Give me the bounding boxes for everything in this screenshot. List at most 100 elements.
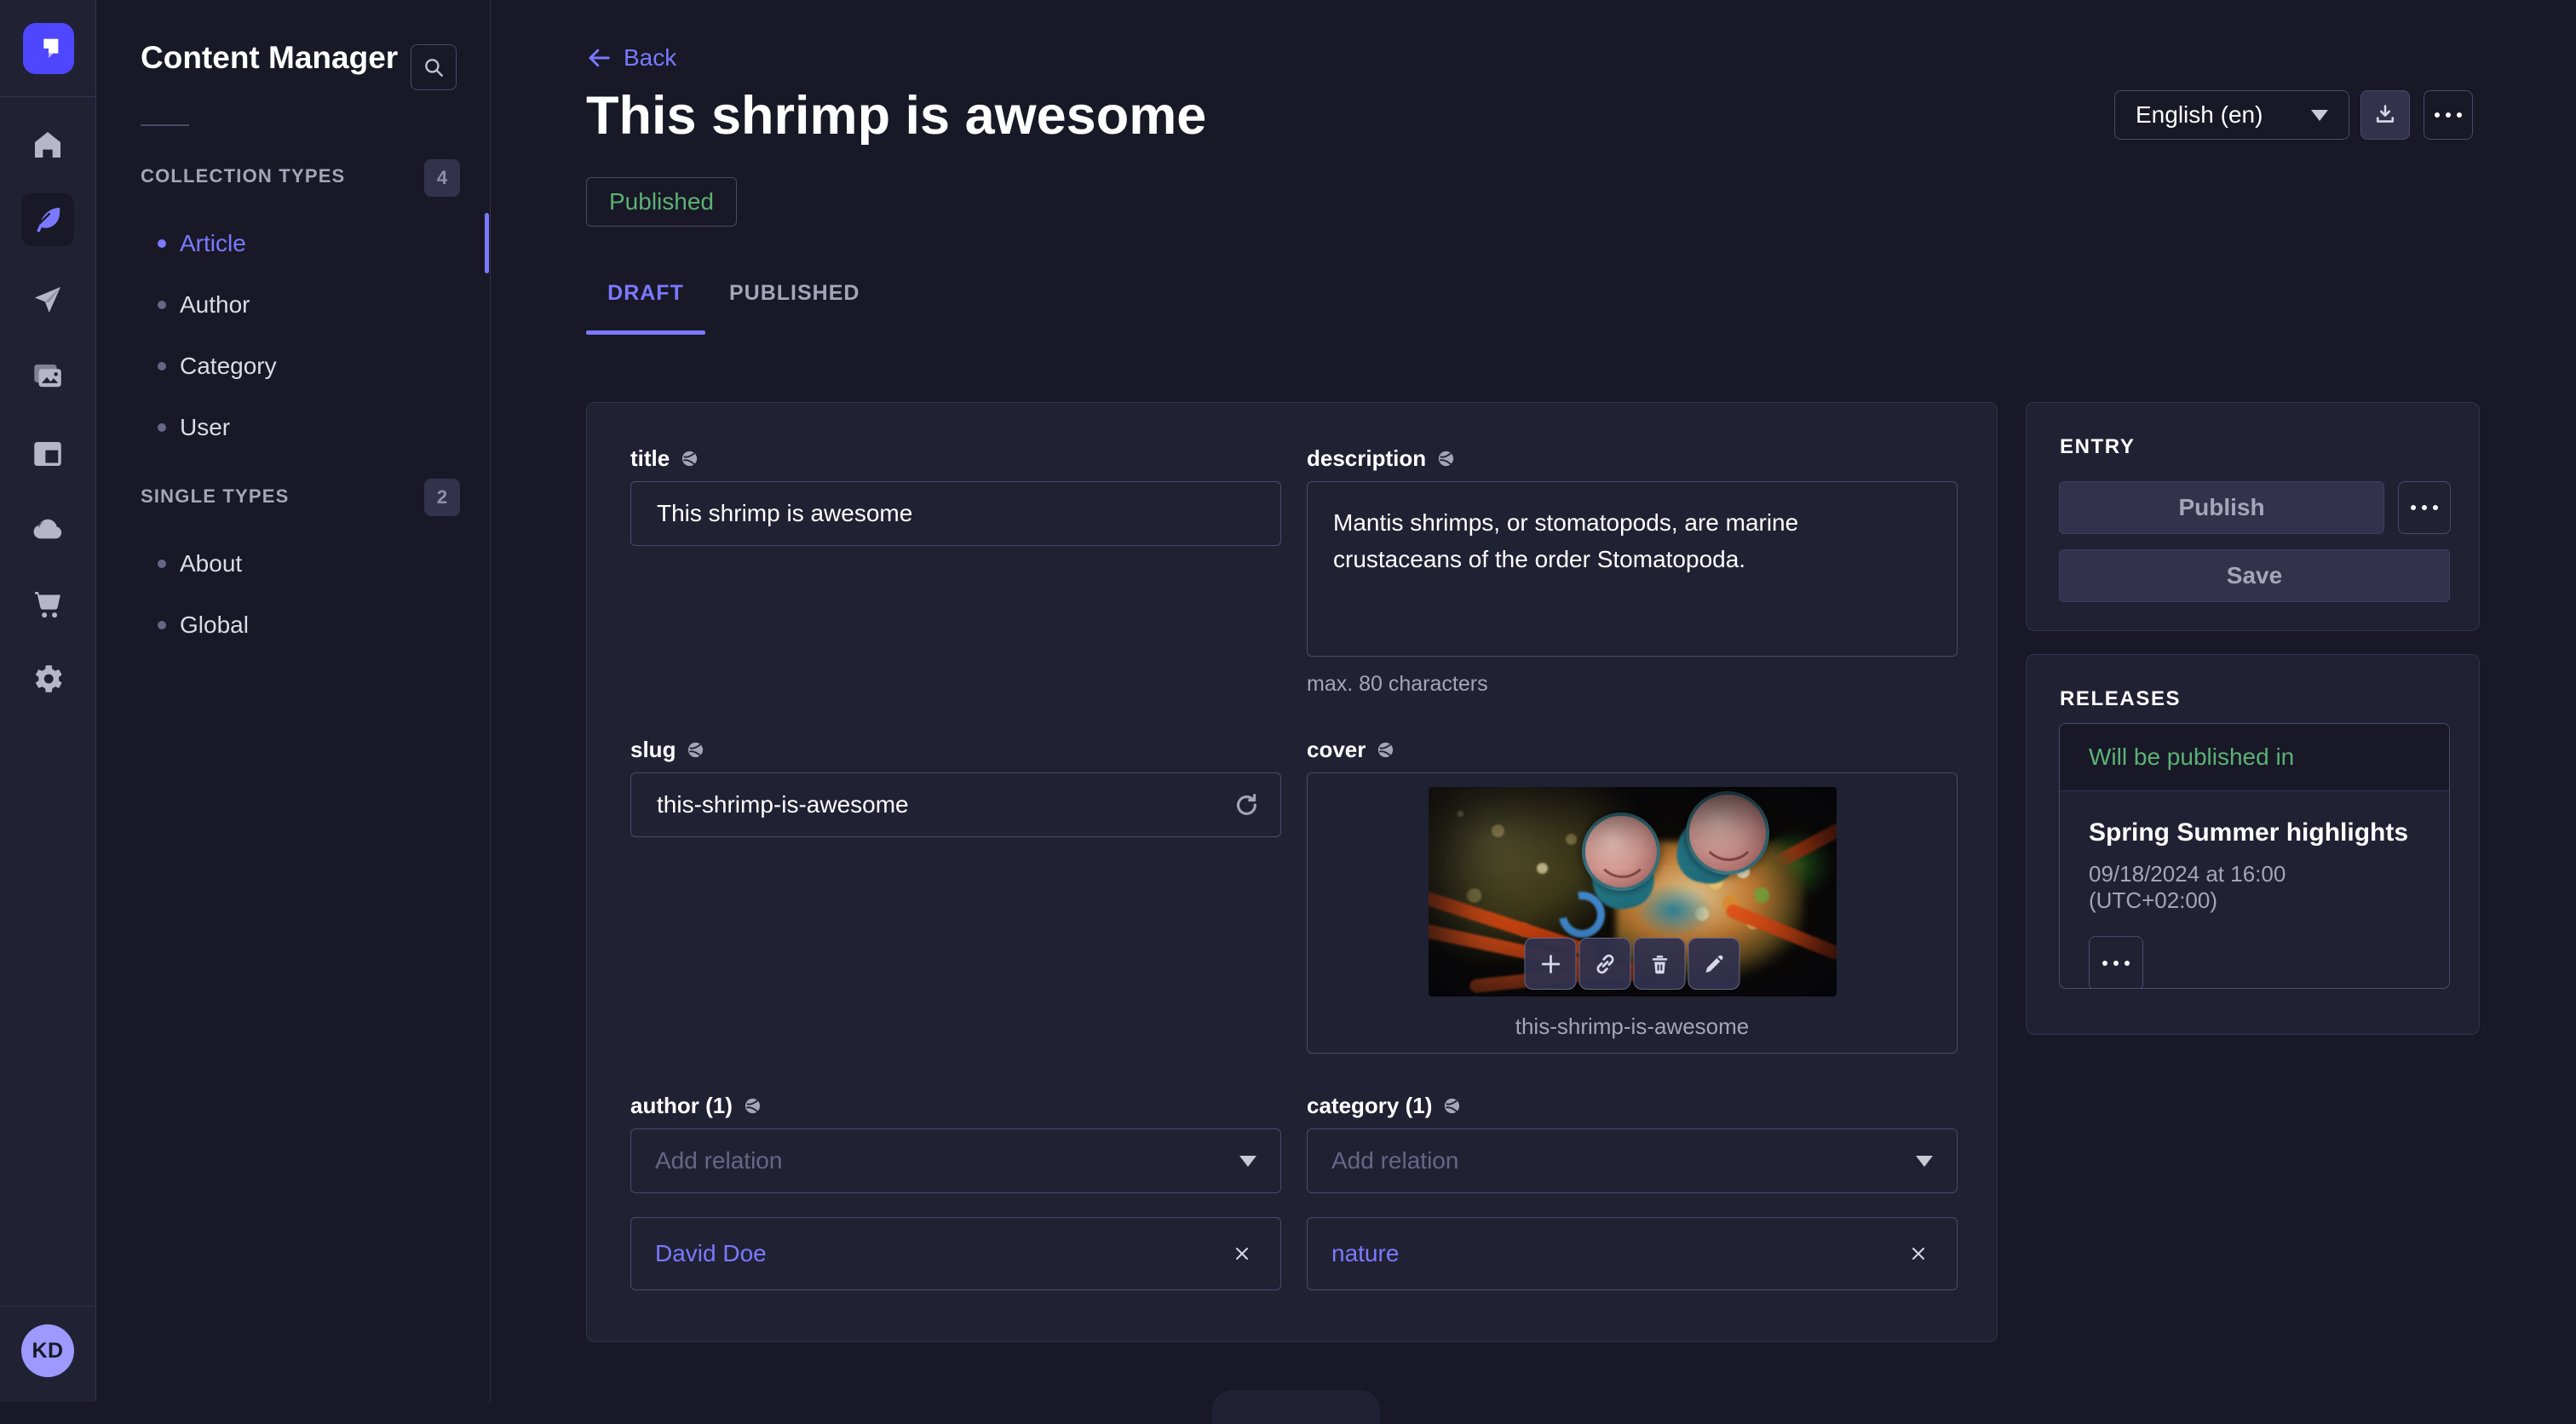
- more-icon: [2435, 112, 2462, 118]
- slug-input[interactable]: [630, 772, 1281, 837]
- subnav-item-article[interactable]: Article: [96, 213, 484, 274]
- author-relation-item: David Doe: [630, 1217, 1281, 1290]
- status-badge: Published: [586, 177, 737, 227]
- single-types-count: 2: [424, 479, 460, 516]
- category-field-label: category (1): [1307, 1093, 1462, 1119]
- globe-icon: [1442, 1096, 1462, 1116]
- regenerate-slug-button[interactable]: [1228, 788, 1262, 822]
- globe-icon: [1436, 449, 1456, 468]
- globe-icon: [680, 449, 699, 468]
- edit-asset-button[interactable]: [1688, 938, 1740, 990]
- bullet-icon: [158, 239, 166, 248]
- release-status: Will be published in: [2060, 724, 2449, 791]
- description-field-label: description: [1307, 445, 1456, 472]
- remove-relation-button[interactable]: [1904, 1239, 1933, 1268]
- bullet-icon: [158, 301, 166, 309]
- description-textarea[interactable]: Mantis shrimps, or stomatopods, are mari…: [1307, 481, 1958, 657]
- cloud-icon[interactable]: [29, 510, 66, 548]
- trash-icon: [1647, 951, 1672, 977]
- author-relation-combobox[interactable]: Add relation: [630, 1128, 1281, 1193]
- regenerate-icon: [1231, 790, 1260, 819]
- publish-button[interactable]: Publish: [2059, 481, 2384, 534]
- title-input[interactable]: [630, 481, 1281, 546]
- version-tabs: DRAFT PUBLISHED: [586, 281, 860, 333]
- edit-form-card: title description Mantis shrimps, or sto…: [586, 402, 1998, 1342]
- title-field-label: title: [630, 445, 699, 472]
- more-icon: [2102, 961, 2130, 966]
- arrow-left-icon: [586, 45, 612, 71]
- release-name: Spring Summer highlights: [2089, 818, 2420, 847]
- content-type-builder-icon[interactable]: [29, 435, 66, 473]
- more-icon: [2411, 505, 2438, 510]
- section-single-types: SINGLE TYPES: [141, 485, 290, 508]
- bullet-icon: [158, 621, 166, 629]
- next-section-peek: [1212, 1390, 1380, 1424]
- relation-link[interactable]: David Doe: [655, 1240, 767, 1267]
- slug-field: [630, 772, 1281, 837]
- entry-panel-title: ENTRY: [2060, 435, 2135, 459]
- releases-panel: RELEASES Will be published in Spring Sum…: [2026, 654, 2480, 1035]
- locale-select[interactable]: English (en): [2114, 90, 2349, 140]
- main-content: Back This shrimp is awesome Published DR…: [491, 0, 2576, 1402]
- subnav-item-about[interactable]: About: [96, 533, 484, 594]
- subnav-item-global[interactable]: Global: [96, 594, 484, 656]
- media-library-icon[interactable]: [29, 358, 66, 395]
- search-button[interactable]: [411, 44, 457, 90]
- relation-link[interactable]: nature: [1331, 1240, 1399, 1267]
- page-title: This shrimp is awesome: [586, 85, 1206, 146]
- cover-field-label: cover: [1307, 737, 1395, 763]
- add-icon: [1538, 951, 1563, 977]
- active-tab-indicator: [586, 330, 705, 335]
- release-item: Will be published in Spring Summer highl…: [2059, 723, 2450, 989]
- release-date: 09/18/2024 at 16:00 (UTC+02:00): [2089, 861, 2420, 914]
- chevron-down-icon: [2311, 110, 2328, 121]
- cover-actions: [1525, 938, 1740, 990]
- tab-published[interactable]: PUBLISHED: [705, 281, 860, 333]
- settings-icon[interactable]: [29, 660, 66, 698]
- close-icon: [1908, 1243, 1929, 1264]
- search-icon: [423, 56, 445, 78]
- subnav-divider: [141, 124, 189, 126]
- subnav-item-user[interactable]: User: [96, 397, 484, 458]
- header-more-button[interactable]: [2424, 90, 2473, 140]
- remove-relation-button[interactable]: [1228, 1239, 1256, 1268]
- description-hint: max. 80 characters: [1307, 672, 1488, 697]
- category-relation-combobox[interactable]: Add relation: [1307, 1128, 1958, 1193]
- home-icon[interactable]: [29, 126, 66, 164]
- tab-draft[interactable]: DRAFT: [586, 281, 705, 333]
- copy-link-button[interactable]: [1579, 938, 1631, 990]
- globe-icon: [686, 740, 705, 760]
- delete-asset-button[interactable]: [1634, 938, 1686, 990]
- download-icon: [2373, 103, 2397, 127]
- bullet-icon: [158, 362, 166, 370]
- globe-icon: [743, 1096, 762, 1116]
- subnav-scrollbar-thumb[interactable]: [485, 213, 489, 273]
- pencil-icon: [1701, 951, 1727, 977]
- chevron-down-icon: [1916, 1156, 1933, 1167]
- link-icon: [1592, 951, 1618, 977]
- subnav-item-category[interactable]: Category: [96, 336, 484, 397]
- save-button[interactable]: Save: [2059, 549, 2450, 602]
- user-avatar[interactable]: KD: [21, 1324, 74, 1377]
- releases-panel-title: RELEASES: [2060, 687, 2181, 711]
- section-collection-types: COLLECTION TYPES: [141, 165, 345, 187]
- back-link[interactable]: Back: [586, 44, 676, 72]
- rail-divider: [0, 96, 96, 97]
- bullet-icon: [158, 423, 166, 432]
- globe-icon: [1376, 740, 1395, 760]
- export-button[interactable]: [2360, 90, 2410, 140]
- author-field-label: author (1): [630, 1093, 762, 1119]
- chevron-down-icon: [1239, 1156, 1256, 1167]
- release-more-button[interactable]: [2089, 936, 2143, 989]
- strapi-logo[interactable]: [23, 23, 74, 74]
- category-relation-item: nature: [1307, 1217, 1958, 1290]
- nav-item-content-manager[interactable]: [21, 193, 74, 246]
- add-asset-button[interactable]: [1525, 938, 1577, 990]
- marketplace-icon[interactable]: [29, 585, 66, 623]
- send-icon[interactable]: [29, 281, 66, 319]
- entry-more-button[interactable]: [2398, 481, 2451, 534]
- subnav-item-author[interactable]: Author: [96, 274, 484, 336]
- slug-field-label: slug: [630, 737, 705, 763]
- cover-caption: this-shrimp-is-awesome: [1308, 1013, 1957, 1040]
- close-icon: [1232, 1243, 1252, 1264]
